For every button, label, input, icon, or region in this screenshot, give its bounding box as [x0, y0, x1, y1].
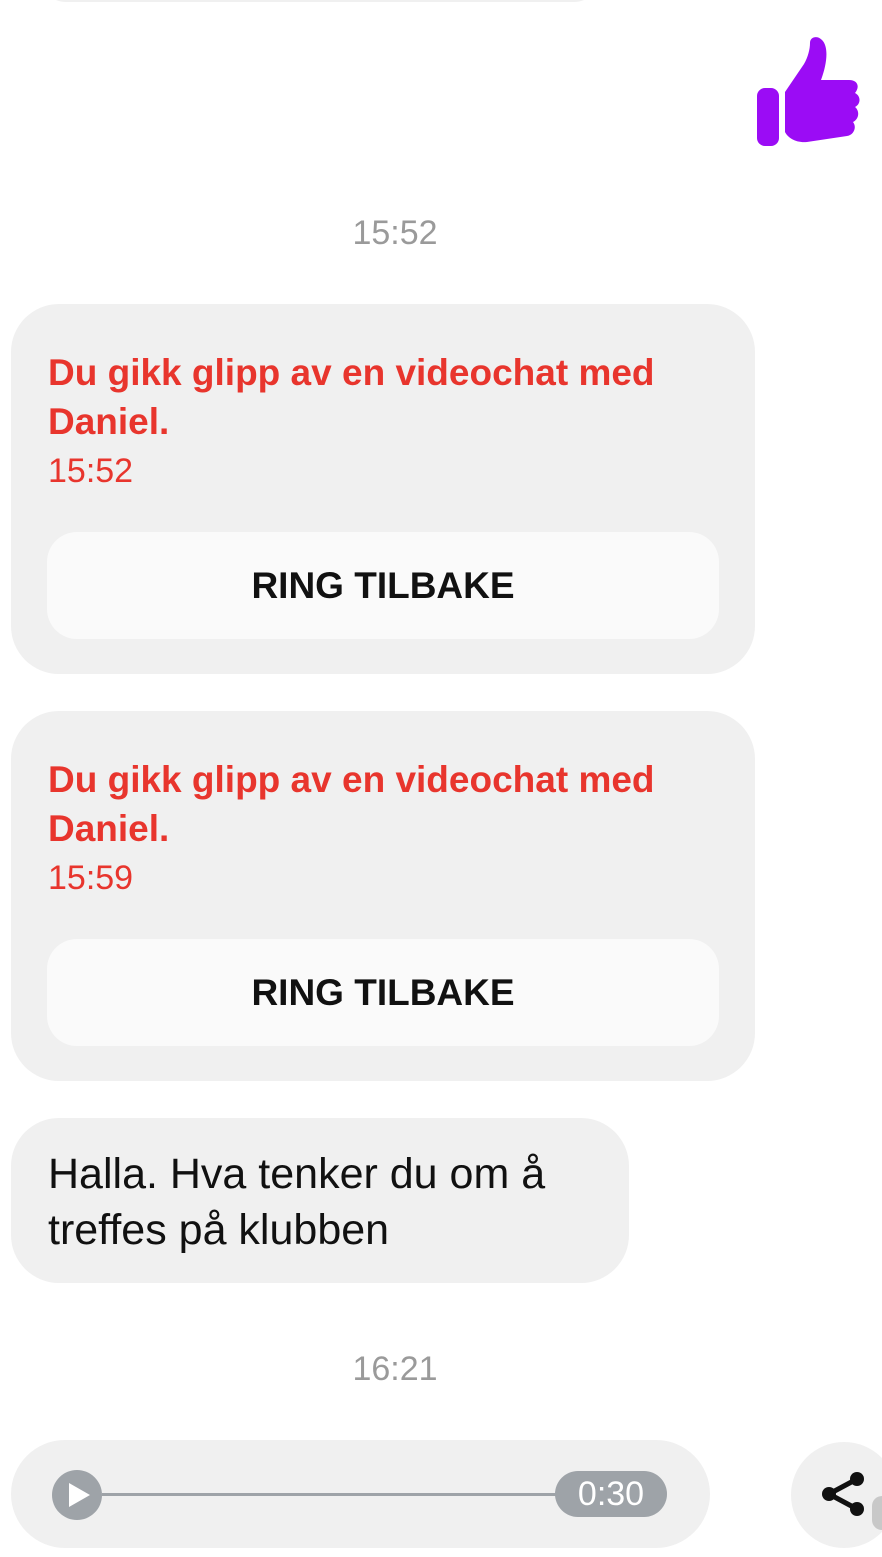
timestamp: 15:52 — [352, 214, 438, 252]
missed-call-text: Du gikk glipp av en videochat med Daniel… — [48, 352, 655, 442]
thumbs-up-icon[interactable] — [752, 36, 864, 150]
missed-call-time: 15:59 — [48, 859, 134, 897]
avatar — [872, 1496, 882, 1530]
audio-progress-track[interactable] — [102, 1493, 572, 1496]
share-icon — [822, 1472, 864, 1516]
timestamp: 16:21 — [352, 1350, 438, 1388]
play-icon[interactable] — [52, 1470, 102, 1520]
message-bubble[interactable]: Halla. Hva tenker du om å treffes på klu… — [11, 1118, 629, 1283]
missed-call-card: Du gikk glipp av en videochat med Daniel… — [11, 711, 755, 1081]
audio-duration: 0:30 — [555, 1471, 667, 1517]
missed-call-time: 15:52 — [48, 452, 134, 490]
voice-message-bubble: 0:30 — [11, 1440, 710, 1548]
call-back-button[interactable]: RING TILBAKE — [47, 939, 719, 1046]
message-text: Halla. Hva tenker du om å treffes på klu… — [48, 1150, 546, 1254]
missed-call-card: Du gikk glipp av en videochat med Daniel… — [11, 304, 755, 674]
share-button[interactable] — [791, 1442, 882, 1548]
call-back-button[interactable]: RING TILBAKE — [47, 532, 719, 639]
previous-message-bubble — [40, 0, 600, 2]
missed-call-text: Du gikk glipp av en videochat med Daniel… — [48, 759, 655, 849]
